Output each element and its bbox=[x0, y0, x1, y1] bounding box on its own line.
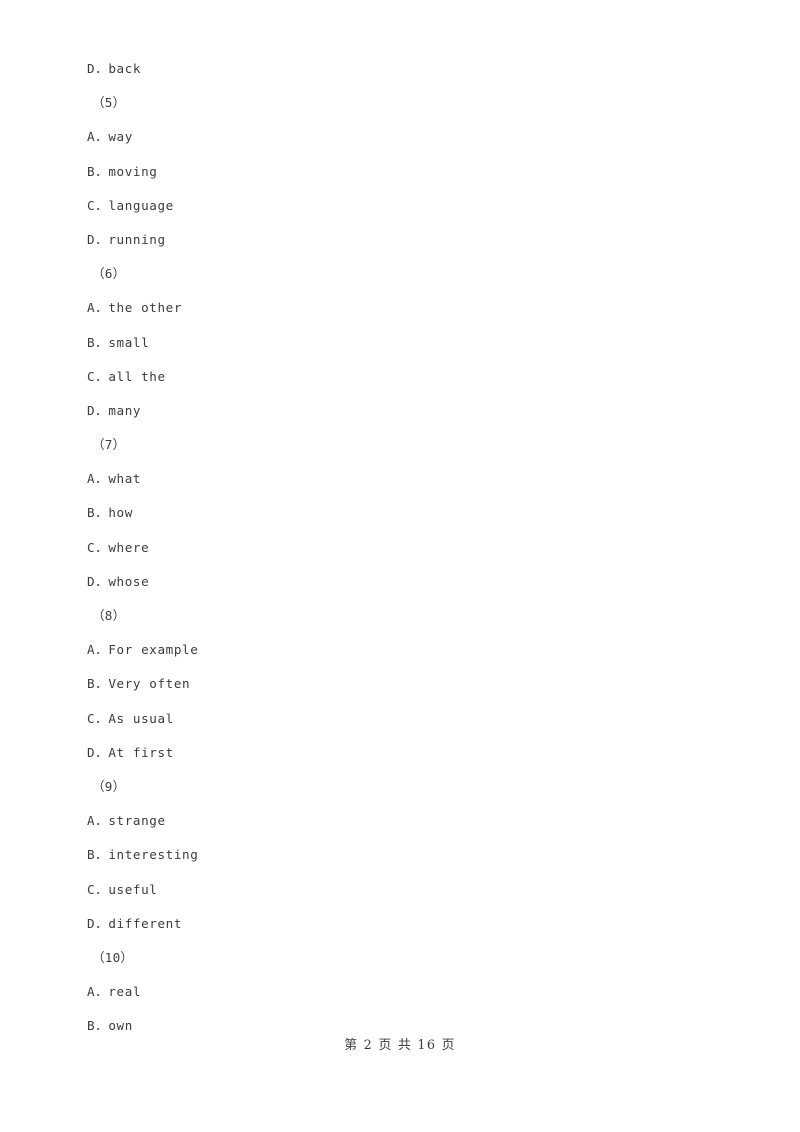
answer-option: D．running bbox=[87, 231, 166, 247]
answer-option: D．whose bbox=[87, 573, 150, 589]
question-number: （9） bbox=[92, 778, 126, 794]
answer-option: D．back bbox=[87, 61, 142, 76]
answer-option: C．As usual bbox=[87, 710, 174, 726]
question-number: （10） bbox=[92, 949, 134, 965]
answer-option: C．where bbox=[87, 539, 150, 555]
answer-option: A．way bbox=[87, 129, 133, 145]
question-number: （6） bbox=[92, 266, 126, 282]
answer-option: B．small bbox=[87, 334, 150, 350]
answer-option: B．how bbox=[87, 505, 133, 521]
answer-option: D．many bbox=[87, 402, 142, 418]
answer-option: A．the other bbox=[87, 300, 183, 316]
answer-option: D．At first bbox=[87, 744, 174, 760]
question-options-list: D．back （5） A．way B．moving C．language D．runnin… bbox=[87, 52, 707, 1043]
answer-option: B．moving bbox=[87, 163, 158, 179]
answer-option: A．real bbox=[87, 984, 142, 1000]
answer-option: A．For example bbox=[87, 642, 199, 658]
answer-option: C．useful bbox=[87, 881, 158, 897]
answer-option: D．different bbox=[87, 915, 183, 931]
question-number: （7） bbox=[92, 437, 126, 453]
question-number: （5） bbox=[92, 95, 126, 111]
answer-option: B．Very often bbox=[87, 676, 191, 692]
answer-option: C．language bbox=[87, 197, 174, 213]
document-page: D．back （5） A．way B．moving C．language D．runnin… bbox=[0, 0, 800, 1132]
answer-option: A．what bbox=[87, 471, 142, 487]
page-footer: 第 2 页 共 16 页 bbox=[344, 1038, 456, 1053]
question-number: （8） bbox=[92, 608, 126, 623]
answer-option: C．all the bbox=[87, 368, 166, 384]
answer-option: A．strange bbox=[87, 813, 166, 829]
answer-option: B．interesting bbox=[87, 847, 199, 863]
